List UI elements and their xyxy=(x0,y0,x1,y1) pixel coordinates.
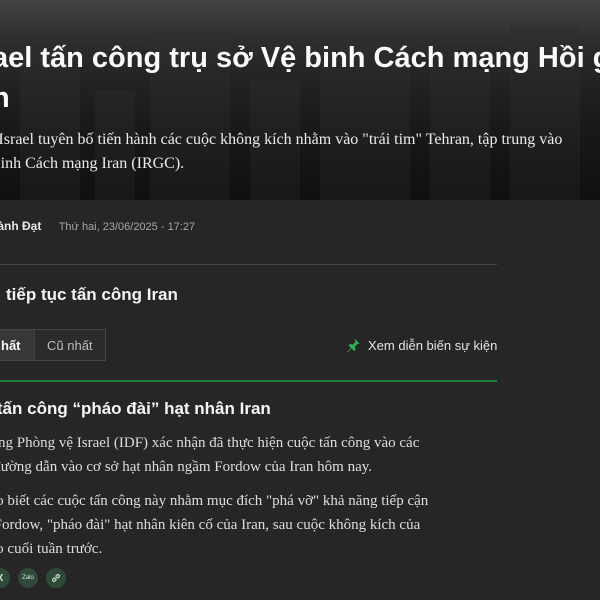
article-lede-line2: Vệ binh Cách mạng Iran (IRGC). xyxy=(0,155,185,172)
live-accent-line xyxy=(0,380,497,382)
post-p1-line2: n đường dẫn vào cơ sở hạt nhân ngầm Ford… xyxy=(0,459,373,475)
pin-icon xyxy=(347,338,360,353)
post-p2-line3: vào cuối tuần trước. xyxy=(0,541,103,557)
post-p2-line2: ở Fordow, "pháo đài" hạt nhân kiên cố củ… xyxy=(0,517,421,533)
article-meta: hành Đạt Thứ hai, 23/06/2025 - 17:27 xyxy=(0,219,195,233)
timeline-link[interactable]: Xem diễn biến sự kiện xyxy=(345,337,497,353)
article-title-line2: n xyxy=(0,82,10,114)
post-title: el tấn công “pháo đài” hạt nhân Iran xyxy=(0,399,271,418)
article-title-line1: ael tấn công trụ sở Vệ binh Cách mạng Hồ… xyxy=(0,42,600,74)
link-icon[interactable] xyxy=(46,568,66,588)
article-title: ael tấn công trụ sở Vệ binh Cách mạng Hồ… xyxy=(0,38,600,118)
publish-time: Thứ hai, 23/06/2025 - 17:27 xyxy=(58,221,196,233)
divider xyxy=(0,264,497,265)
x-icon[interactable]: X xyxy=(0,568,10,588)
tab-newest[interactable]: hất xyxy=(0,329,35,361)
post-p2-line1: cho biết các cuộc tấn công này nhằm mục … xyxy=(0,493,429,509)
article-lede: rí) - Israel tuyên bố tiến hành các cuộc… xyxy=(0,128,600,176)
timeline-link-label: Xem diễn biến sự kiện xyxy=(368,337,498,353)
sort-tabs: hất Cũ nhất xyxy=(0,329,106,361)
zalo-icon[interactable]: Zalo xyxy=(18,568,38,588)
tab-oldest[interactable]: Cũ nhất xyxy=(35,329,106,361)
share-bar: X Zalo xyxy=(0,568,74,588)
post-p1-line1: ượng Phòng vệ Israel (IDF) xác nhận đã t… xyxy=(0,435,420,451)
post-paragraph-1: ượng Phòng vệ Israel (IDF) xác nhận đã t… xyxy=(0,431,419,479)
article-lede-line1: rí) - Israel tuyên bố tiến hành các cuộc… xyxy=(0,131,563,148)
chain-link-glyph xyxy=(52,574,60,582)
live-section-title: tiếp tục tấn công Iran xyxy=(6,285,178,304)
author-name[interactable]: hành Đạt xyxy=(0,219,41,233)
